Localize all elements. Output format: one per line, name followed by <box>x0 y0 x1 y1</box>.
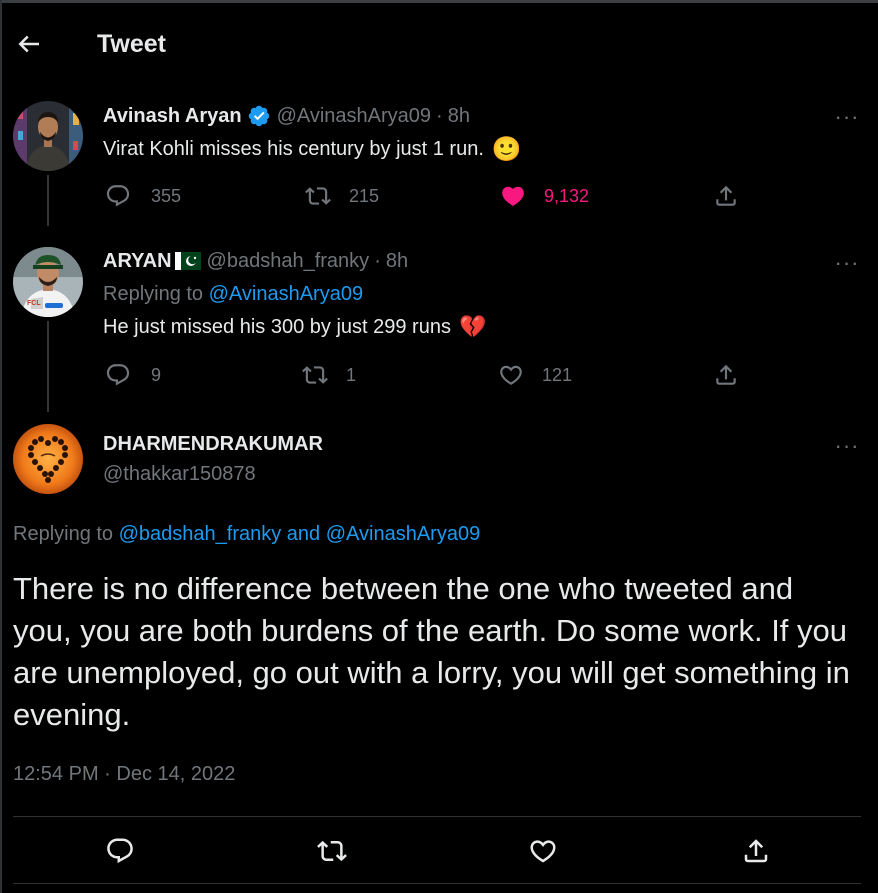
heart-icon <box>502 186 524 206</box>
reply-button[interactable]: 355 <box>105 183 181 209</box>
more-icon: ··· <box>834 104 860 129</box>
replying-to-label: Replying to <box>103 283 204 305</box>
pakistan-flag-icon <box>174 252 201 270</box>
replying-to-link[interactable]: @AvinashArya09 <box>209 283 363 305</box>
avatar-image <box>13 101 83 171</box>
replying-to: Replying to @AvinashArya09 <box>103 283 363 306</box>
retweet-button[interactable] <box>317 836 347 866</box>
tweet-text: Virat Kohli misses his century by just 1… <box>103 135 522 163</box>
share-button[interactable] <box>741 836 771 866</box>
main-tweet-text: There is no difference between the one w… <box>13 571 850 732</box>
tweet-time[interactable]: 8h <box>448 105 470 128</box>
verified-icon <box>248 105 269 127</box>
more-options-button[interactable]: ··· <box>832 250 862 275</box>
share-button[interactable] <box>713 183 739 209</box>
author-handle[interactable]: @AvinashArya09 <box>277 105 431 128</box>
like-count: 121 <box>542 364 573 385</box>
share-icon <box>716 364 736 385</box>
retweet-icon <box>317 840 347 862</box>
more-options-button[interactable]: ··· <box>832 104 862 129</box>
tweet-header: Avinash Aryan @AvinashArya09 · 8h <box>103 103 470 129</box>
window-left-border <box>0 0 2 893</box>
like-count: 9,132 <box>544 185 590 206</box>
retweet-count: 1 <box>346 364 357 385</box>
retweet-button[interactable]: 1 <box>302 362 356 388</box>
tweet-body: He just missed his 300 by just 299 runs <box>103 315 451 338</box>
reply-button[interactable] <box>105 836 135 866</box>
author-handle[interactable]: @badshah_franky <box>207 250 370 273</box>
like-button[interactable]: 9,132 <box>500 183 589 209</box>
share-icon <box>716 185 736 206</box>
emoji-broken-heart: 💔 <box>458 314 487 339</box>
tweet-header: DHARMENDRAKUMAR <box>103 431 323 457</box>
author-handle-row: @thakkar150878 <box>103 461 256 487</box>
retweet-icon <box>302 366 328 384</box>
avatar-image <box>13 424 83 494</box>
thread-line <box>47 175 49 226</box>
avatar[interactable] <box>13 101 83 171</box>
more-icon: ··· <box>834 250 860 275</box>
avatar[interactable] <box>13 424 83 494</box>
retweet-count: 215 <box>349 185 380 206</box>
reply-icon <box>107 838 133 864</box>
retweet-button[interactable]: 215 <box>305 183 379 209</box>
tweet-body: Virat Kohli misses his century by just 1… <box>103 137 484 160</box>
separator-dot: · <box>374 249 381 272</box>
author-handle[interactable]: @thakkar150878 <box>103 463 256 486</box>
reply-icon <box>106 364 130 386</box>
like-button[interactable]: 121 <box>498 362 572 388</box>
divider <box>13 816 861 817</box>
replying-to-label: Replying to <box>13 523 114 545</box>
reply-count: 9 <box>151 364 162 385</box>
reply-icon <box>106 185 130 207</box>
share-icon <box>744 839 768 863</box>
heart-icon <box>530 840 556 863</box>
tweet-time[interactable]: 8h <box>386 250 408 273</box>
author-name[interactable]: Avinash Aryan <box>103 105 242 128</box>
tweet-text: He just missed his 300 by just 299 runs … <box>103 313 486 341</box>
tweet-timestamp[interactable]: 12:54 PM · Dec 14, 2022 <box>13 763 235 786</box>
thread-line <box>47 321 49 412</box>
heart-icon <box>500 365 522 385</box>
tweet-header: ARYAN @badshah_franky · 8h <box>103 248 408 274</box>
replying-to-link[interactable]: @badshah_franky and @AvinashArya09 <box>119 523 481 545</box>
avatar-image: FCL <box>13 247 83 317</box>
svg-text:FCL: FCL <box>27 300 41 307</box>
avatar[interactable]: FCL <box>13 247 83 317</box>
reply-button[interactable]: 9 <box>105 362 161 388</box>
reply-count: 355 <box>151 185 182 206</box>
arrow-left-icon <box>18 35 39 53</box>
divider <box>13 883 861 884</box>
back-button[interactable] <box>14 29 44 59</box>
author-name[interactable]: ARYAN <box>103 250 172 273</box>
page-title: Tweet <box>97 30 166 58</box>
author-name[interactable]: DHARMENDRAKUMAR <box>103 433 323 456</box>
emoji-smile: 🙂 <box>491 135 522 163</box>
like-button[interactable] <box>528 836 558 866</box>
separator-dot: · <box>436 104 443 127</box>
pakistan-flag-emoji <box>174 252 201 270</box>
replying-to: Replying to @badshah_franky and @Avinash… <box>13 523 480 546</box>
more-options-button[interactable]: ··· <box>832 433 862 458</box>
retweet-icon <box>305 187 331 205</box>
share-button[interactable] <box>713 362 739 388</box>
more-icon: ··· <box>834 433 860 458</box>
page-header: Tweet <box>0 3 878 83</box>
